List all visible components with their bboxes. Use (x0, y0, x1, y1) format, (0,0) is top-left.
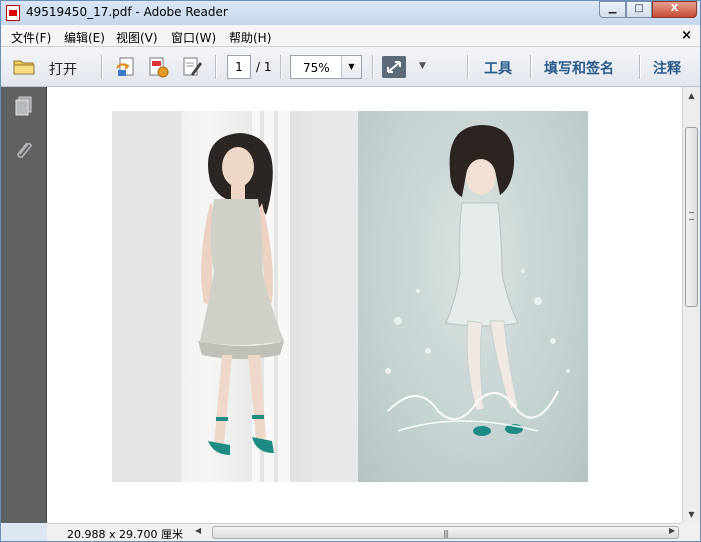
close-button[interactable]: X (652, 1, 697, 18)
create-pdf-icon[interactable] (147, 56, 169, 78)
toolbar-separator (639, 55, 640, 79)
attachment-icon[interactable] (13, 139, 35, 161)
scroll-corner (682, 523, 700, 541)
maximize-button[interactable]: □ (626, 1, 652, 18)
toolbar: 打开 1 / 1 75% ▼ ▼ 工具 填写和签名 注释 (1, 47, 700, 87)
scroll-up-icon[interactable]: ▲ (683, 87, 700, 104)
menu-window[interactable]: 窗口(W) (171, 29, 216, 46)
chevron-down-icon[interactable]: ▼ (341, 56, 361, 78)
page-size-label: 20.988 x 29.700 厘米 (67, 528, 183, 541)
send-file-icon[interactable] (115, 56, 137, 78)
horizontal-scroll-thumb[interactable]: ||| (212, 526, 679, 539)
toolbar-separator (530, 55, 531, 79)
page-number-input[interactable]: 1 (227, 55, 251, 79)
title-bar: 49519450_17.pdf - Adobe Reader ▁ □ X (1, 1, 700, 25)
menu-view[interactable]: 视图(V) (116, 29, 158, 46)
document-view[interactable] (47, 87, 682, 523)
minimize-button[interactable]: ▁ (599, 1, 626, 18)
photo-model (112, 111, 358, 482)
zoom-value: 75% (303, 61, 330, 75)
sign-icon[interactable] (181, 56, 203, 78)
navigation-pane (1, 87, 47, 523)
pdf-file-icon (6, 5, 20, 21)
fill-sign-tab[interactable]: 填写和签名 (544, 58, 614, 78)
toolbar-separator (215, 55, 216, 79)
toolbar-separator (372, 55, 373, 79)
toolbar-separator (467, 55, 468, 79)
page-thumbnails-icon[interactable] (13, 95, 35, 117)
document-image (112, 111, 588, 482)
vertical-scrollbar[interactable]: ▲ ▼ (682, 87, 700, 523)
scroll-grip-icon: ||| (443, 529, 449, 538)
window-title: 49519450_17.pdf - Adobe Reader (26, 5, 228, 19)
toolbar-more-icon[interactable]: ▼ (419, 61, 426, 71)
fit-page-icon[interactable] (382, 56, 406, 78)
app-window: 49519450_17.pdf - Adobe Reader ▁ □ X 文件(… (0, 0, 701, 542)
status-bar: 20.988 x 29.700 厘米 ◀ ||| ▶ (47, 523, 700, 541)
menu-file[interactable]: 文件(F) (11, 29, 51, 46)
zoom-select[interactable]: 75% ▼ (290, 55, 362, 79)
tools-tab[interactable]: 工具 (484, 58, 512, 78)
toolbar-separator (101, 55, 102, 79)
menu-edit[interactable]: 编辑(E) (64, 29, 105, 46)
folder-icon (13, 60, 35, 75)
open-label: 打开 (49, 62, 77, 78)
scroll-grip-icon (689, 212, 694, 220)
menu-bar: 文件(F) 编辑(E) 视图(V) 窗口(W) 帮助(H) × (1, 25, 700, 47)
menu-help[interactable]: 帮助(H) (229, 29, 271, 46)
document-close-icon[interactable]: × (681, 28, 692, 43)
scroll-left-icon[interactable]: ◀ (195, 526, 201, 535)
comment-tab[interactable]: 注释 (653, 58, 681, 78)
toolbar-separator (280, 55, 281, 79)
scroll-down-icon[interactable]: ▼ (683, 506, 700, 523)
vertical-scroll-thumb[interactable] (685, 127, 698, 307)
photo-illustration (358, 111, 588, 482)
page-total: / 1 (256, 60, 272, 74)
scroll-right-icon[interactable]: ▶ (669, 526, 675, 535)
open-button[interactable]: 打开 (9, 55, 91, 79)
